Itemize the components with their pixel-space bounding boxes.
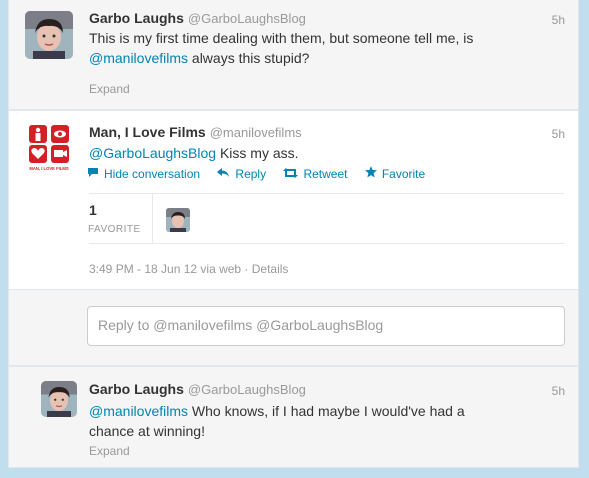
mention-link[interactable]: @manilovefilms	[89, 50, 188, 66]
speech-bubble-icon	[87, 167, 99, 181]
star-icon	[364, 166, 377, 181]
tweet-header: Garbo Laughs @GarboLaughsBlog	[89, 10, 306, 26]
favorites-count[interactable]: 1	[89, 202, 97, 218]
hide-conversation-button[interactable]: Hide conversation	[87, 167, 200, 181]
user-avatar[interactable]	[25, 11, 73, 59]
author-name[interactable]: Garbo Laughs	[89, 381, 184, 397]
favoriter-avatar[interactable]	[166, 208, 190, 232]
reply-button[interactable]: Reply	[217, 167, 266, 181]
author-name[interactable]: Garbo Laughs	[89, 10, 184, 26]
tweet-garbo-1[interactable]: Garbo Laughs @GarboLaughsBlog 5h This is …	[8, 0, 579, 110]
tweet-garbo-2[interactable]: Garbo Laughs @GarboLaughsBlog 5h @manilov…	[8, 366, 579, 468]
favorites-label: FAVORITE	[88, 224, 141, 235]
tweet-header: Man, I Love Films @manilovefilms	[89, 124, 302, 140]
retweet-icon	[283, 167, 299, 181]
tweet-actions: Hide conversation Reply Retweet Favorite	[87, 166, 439, 181]
reply-box-container: Reply to @manilovefilms @GarboLaughsBlog	[8, 290, 579, 366]
tweet-text: This is my first time dealing with them,…	[89, 30, 474, 66]
manilovefilms-logo-avatar[interactable]: MAN, I LOVE FILMS	[25, 123, 73, 171]
timestamp[interactable]: 5h	[552, 384, 565, 398]
author-name[interactable]: Man, I Love Films	[89, 124, 206, 140]
divider	[89, 193, 564, 194]
author-handle[interactable]: @GarboLaughsBlog	[188, 11, 306, 26]
retweet-button[interactable]: Retweet	[283, 167, 347, 181]
author-handle[interactable]: @manilovefilms	[210, 125, 302, 140]
divider	[89, 243, 564, 244]
favorite-button[interactable]: Favorite	[364, 166, 425, 181]
reply-arrow-icon	[217, 167, 230, 181]
timestamp[interactable]: 5h	[552, 127, 565, 141]
expand-link[interactable]: Expand	[89, 82, 130, 96]
expand-link[interactable]: Expand	[89, 444, 130, 458]
reply-input[interactable]: Reply to @manilovefilms @GarboLaughsBlog	[87, 306, 565, 346]
logo-text: MAN, I LOVE FILMS	[29, 166, 69, 171]
author-handle[interactable]: @GarboLaughsBlog	[188, 382, 306, 397]
tweet-header: Garbo Laughs @GarboLaughsBlog	[89, 381, 306, 397]
mention-link[interactable]: @GarboLaughsBlog	[89, 145, 216, 161]
mention-link[interactable]: @manilovefilms	[89, 403, 188, 419]
tweet-manilovefilms[interactable]: MAN, I LOVE FILMS Man, I Love Films @mani…	[8, 110, 579, 290]
tweet-text: @GarboLaughsBlog Kiss my ass.	[89, 145, 299, 161]
tweet-details[interactable]: 3:49 PM - 18 Jun 12 via web · Details	[89, 262, 288, 276]
user-avatar[interactable]	[41, 381, 77, 417]
stats-separator	[152, 193, 153, 243]
timestamp[interactable]: 5h	[552, 13, 565, 27]
tweet-text: @manilovefilms Who knows, if I had maybe…	[89, 403, 465, 439]
